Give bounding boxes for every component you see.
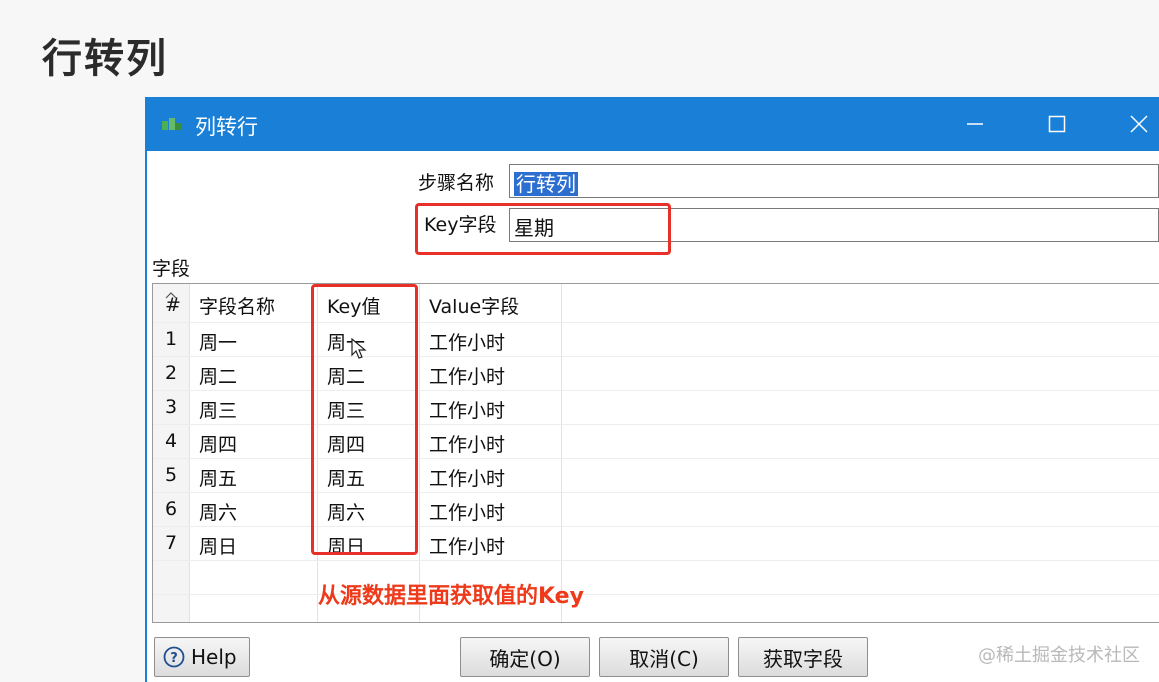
row-number: 3 (165, 396, 178, 418)
field-name-cell[interactable]: 周日 (199, 532, 237, 559)
cancel-button[interactable]: 取消(C) (599, 637, 729, 677)
value-field-cell[interactable]: 工作小时 (429, 430, 505, 457)
annotation-text: 从源数据里面获取值的Key (318, 584, 584, 609)
ok-button-label: 确定(O) (489, 646, 561, 671)
column-header-value-field[interactable]: Value字段 (429, 292, 519, 319)
svg-text:?: ? (170, 651, 178, 666)
value-field-cell[interactable]: 工作小时 (429, 464, 505, 491)
key-column-highlight-box (311, 284, 418, 555)
field-name-cell[interactable]: 周一 (199, 328, 237, 355)
value-field-cell[interactable]: 工作小时 (429, 396, 505, 423)
value-field-cell[interactable]: 工作小时 (429, 328, 505, 355)
column-header-field-name[interactable]: 字段名称 (199, 292, 275, 319)
help-button-label: Help (191, 645, 237, 669)
field-name-cell[interactable]: 周六 (199, 498, 237, 525)
field-name-cell[interactable]: 周五 (199, 464, 237, 491)
help-icon: ? (163, 646, 185, 668)
watermark: @稀土掘金技术社区 (978, 645, 1140, 666)
get-fields-button[interactable]: 获取字段 (738, 637, 868, 677)
value-field-cell[interactable]: 工作小时 (429, 532, 505, 559)
value-field-cell[interactable]: 工作小时 (429, 498, 505, 525)
column-header-number[interactable]: # (165, 294, 181, 316)
ok-button[interactable]: 确定(O) (460, 637, 590, 677)
row-number: 2 (165, 362, 178, 384)
row-number: 5 (165, 464, 178, 486)
value-field-cell[interactable]: 工作小时 (429, 362, 505, 389)
get-fields-button-label: 获取字段 (763, 646, 843, 671)
fields-table: # 字段名称 Key值 Value字段 1 周一 周一 工作小时 2 周二 周二… (152, 283, 1159, 623)
field-name-cell[interactable]: 周二 (199, 362, 237, 389)
field-name-cell[interactable]: 周四 (199, 430, 237, 457)
row-number: 7 (165, 532, 178, 554)
cancel-button-label: 取消(C) (629, 646, 699, 671)
slide-title: 行转列 (42, 36, 168, 82)
help-button[interactable]: ? Help (154, 637, 250, 677)
row-number: 6 (165, 498, 178, 520)
row-number: 4 (165, 430, 178, 452)
row-number: 1 (165, 328, 178, 350)
field-name-cell[interactable]: 周三 (199, 396, 237, 423)
